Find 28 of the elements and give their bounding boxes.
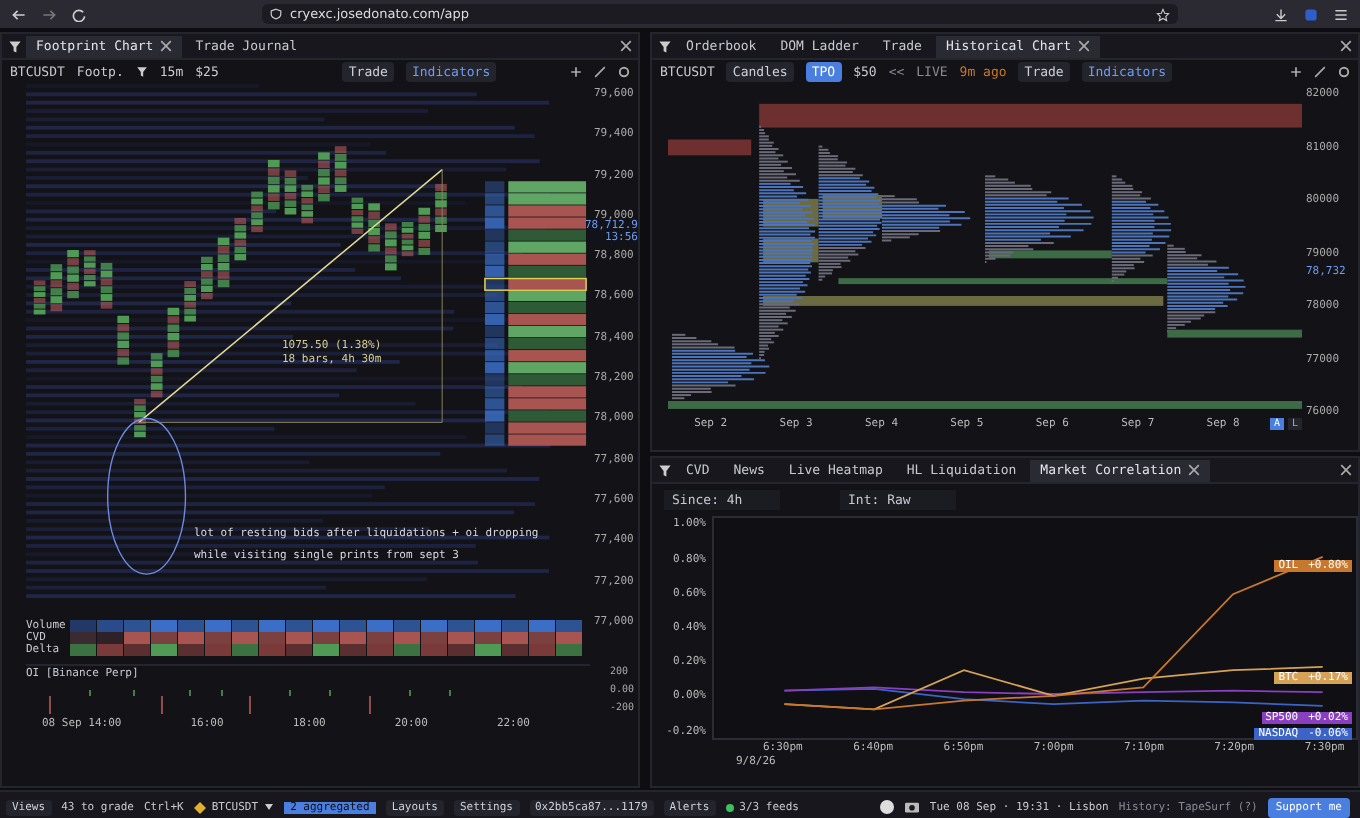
menu-icon[interactable] [1334,7,1348,21]
coin-icon[interactable] [193,801,206,813]
close-icon[interactable] [1187,464,1200,476]
reload-icon[interactable] [72,7,86,21]
plus-icon[interactable] [1290,66,1302,78]
close-icon[interactable] [159,40,172,52]
shield-icon[interactable] [270,8,282,20]
download-icon[interactable] [1274,7,1288,21]
pencil-icon[interactable] [594,66,606,78]
plus-icon[interactable] [570,66,582,78]
filter-icon[interactable] [8,39,22,53]
caret-icon[interactable] [264,802,275,812]
filter-icon[interactable] [658,463,672,477]
forward-arrow-icon[interactable] [42,7,56,21]
close-icon[interactable] [620,40,632,52]
close-icon[interactable] [1340,40,1352,52]
close-icon[interactable] [1340,464,1352,476]
star-icon[interactable] [1156,7,1170,21]
ellipse-marking[interactable] [107,417,187,575]
filter-icon[interactable] [658,39,672,53]
measure-tool[interactable] [138,168,443,424]
pencil-icon[interactable] [1314,66,1326,78]
highlight-box [484,277,587,291]
status-dot-icon[interactable] [725,803,734,811]
back-arrow-icon[interactable] [12,7,26,21]
filter-icon[interactable] [135,66,148,78]
camera-icon[interactable] [903,800,920,814]
close-icon[interactable] [1077,40,1090,52]
